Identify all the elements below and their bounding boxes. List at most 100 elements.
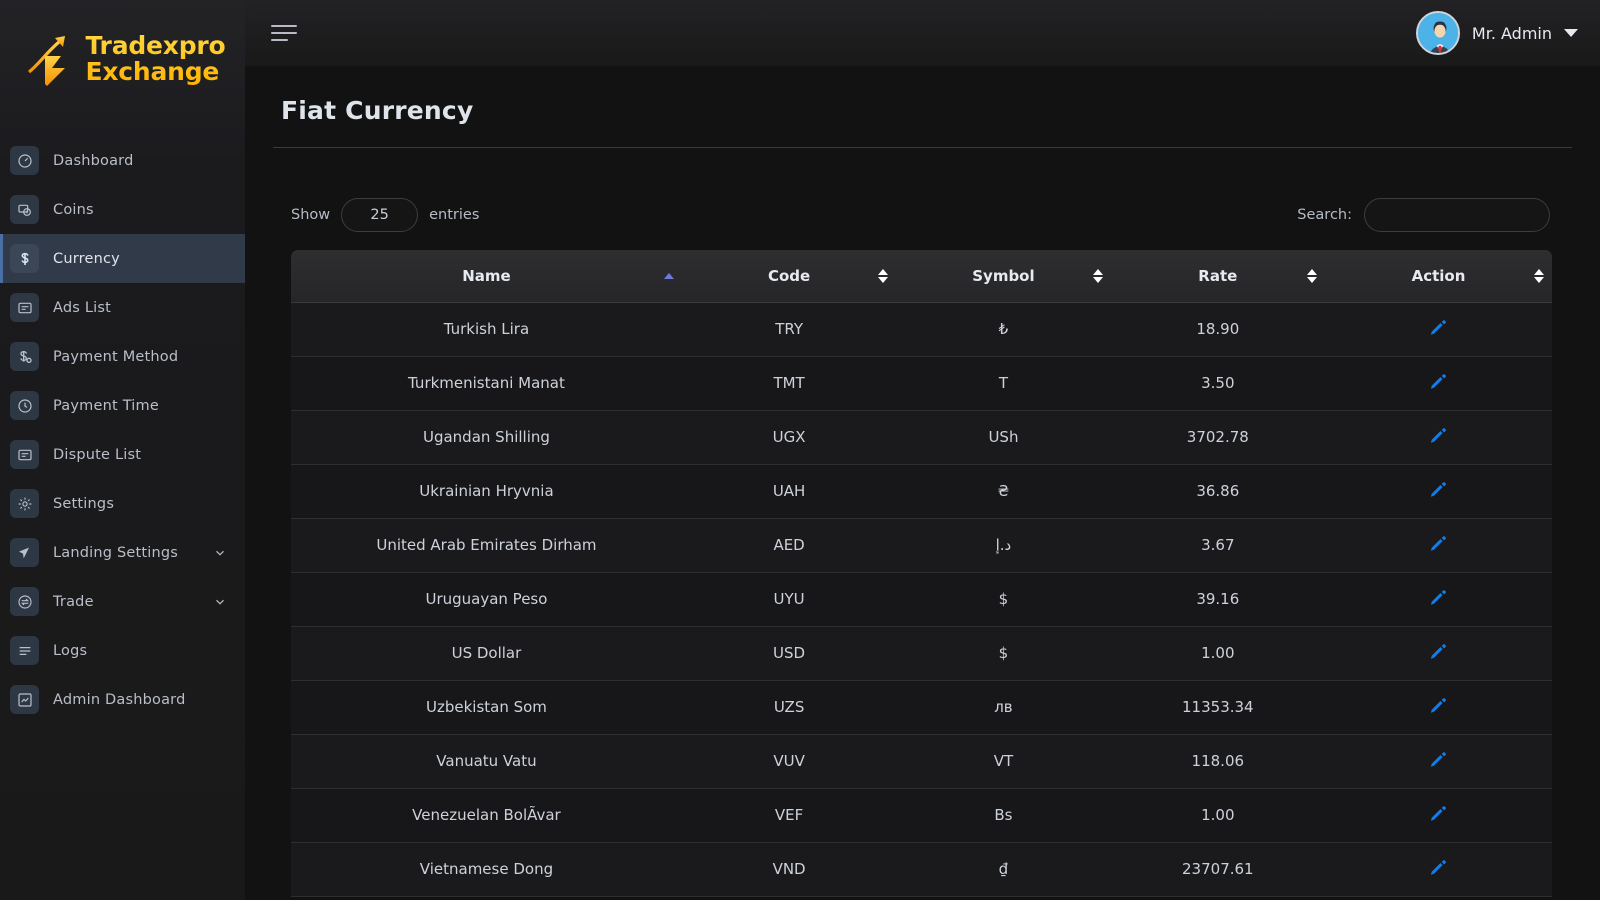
cell-action	[1324, 842, 1552, 897]
sidebar-item-label: Admin Dashboard	[53, 691, 186, 708]
cell-name: United Arab Emirates Dirham	[291, 518, 682, 573]
edit-pencil-icon[interactable]	[1428, 695, 1448, 715]
brand-line-2: Exchange	[85, 57, 220, 86]
table-controls: Show 25 entries Search:	[271, 148, 1574, 232]
cell-name: US Dollar	[291, 626, 682, 681]
cell-action	[1324, 464, 1552, 519]
cell-action	[1324, 626, 1552, 681]
sidebar-item-label: Payment Method	[53, 348, 179, 365]
cell-code: USD	[681, 626, 897, 681]
table-body: Turkish Lira TRY ₺ 18.90 Turkmenistani Manat…	[291, 302, 1552, 897]
cell-rate: 11353.34	[1110, 680, 1325, 735]
cell-rate: 23707.61	[1110, 842, 1325, 897]
hamburger-line	[271, 25, 297, 27]
sort-toggle-icon[interactable]	[1306, 268, 1317, 283]
entries-length-control: Show 25 entries	[291, 198, 479, 232]
show-label: Show	[291, 207, 331, 223]
gear-icon	[10, 489, 39, 518]
edit-pencil-icon[interactable]	[1428, 371, 1448, 391]
sidebar-item-ads-list[interactable]: Ads List	[0, 283, 245, 332]
hamburger-line	[271, 32, 297, 34]
edit-pencil-icon[interactable]	[1428, 587, 1448, 607]
edit-pencil-icon[interactable]	[1428, 317, 1448, 337]
hamburger-icon[interactable]	[271, 25, 297, 41]
column-label: Action	[1411, 266, 1466, 285]
cell-code: TRY	[681, 302, 897, 357]
brand-line-1: Tradexpro	[85, 31, 226, 60]
edit-pencil-icon[interactable]	[1428, 803, 1448, 823]
sidebar-item-currency[interactable]: Currency	[0, 234, 245, 283]
cell-name: Turkmenistani Manat	[291, 356, 682, 411]
column-header-symbol[interactable]: Symbol	[896, 250, 1111, 303]
edit-pencil-icon[interactable]	[1428, 749, 1448, 769]
cell-code: AED	[681, 518, 897, 573]
sidebar-item-trade[interactable]: Trade	[0, 577, 245, 626]
user-name: Mr. Admin	[1471, 23, 1552, 43]
chevron-down-icon[interactable]	[213, 546, 227, 560]
sort-toggle-icon[interactable]	[1092, 268, 1103, 283]
edit-pencil-icon[interactable]	[1428, 533, 1448, 553]
cell-symbol: $	[896, 626, 1111, 681]
cell-symbol: ₫	[896, 842, 1111, 897]
cell-name: Turkish Lira	[291, 302, 682, 357]
cell-name: Vanuatu Vatu	[291, 734, 682, 789]
search-input[interactable]	[1364, 198, 1550, 232]
sidebar-item-settings[interactable]: Settings	[0, 479, 245, 528]
edit-pencil-icon[interactable]	[1428, 425, 1448, 445]
cell-code: UGX	[681, 410, 897, 465]
table-row: Uruguayan Peso UYU $39.16	[291, 572, 1552, 627]
cell-symbol: ₺	[896, 302, 1111, 357]
sidebar-item-coins[interactable]: Coins	[0, 185, 245, 234]
chevron-down-icon[interactable]	[213, 595, 227, 609]
column-header-action[interactable]: Action	[1324, 250, 1552, 303]
table-head: Name Code Symbol Rate Action	[291, 250, 1552, 303]
edit-pencil-icon[interactable]	[1428, 479, 1448, 499]
brand-logo[interactable]: Tradexpro Exchange	[0, 0, 245, 118]
sidebar-item-label: Dispute List	[53, 446, 142, 463]
sidebar-item-label: Logs	[53, 642, 88, 659]
arrow-growth-logo-icon	[25, 30, 77, 88]
column-header-code[interactable]: Code	[681, 250, 897, 303]
cell-symbol: Bs	[896, 788, 1111, 843]
table-row: Vanuatu Vatu VUV VT 118.06	[291, 734, 1552, 789]
brand-name: Tradexpro Exchange	[85, 33, 225, 85]
sidebar-item-label: Settings	[53, 495, 115, 512]
cell-rate: 1.00	[1110, 788, 1325, 843]
table-header-row: Name Code Symbol Rate Action	[291, 250, 1552, 303]
sort-toggle-icon[interactable]	[1534, 268, 1544, 283]
column-header-rate[interactable]: Rate	[1110, 250, 1325, 303]
search-label: Search:	[1297, 207, 1352, 223]
chevron-down-icon[interactable]	[1564, 29, 1578, 37]
sidebar-item-label: Dashboard	[53, 152, 134, 169]
column-label: Code	[767, 266, 811, 285]
edit-pencil-icon[interactable]	[1428, 641, 1448, 661]
sidebar-item-admin-dashboard[interactable]: Admin Dashboard	[0, 675, 245, 724]
sidebar-item-dashboard[interactable]: Dashboard	[0, 136, 245, 185]
sidebar-item-payment-time[interactable]: Payment Time	[0, 381, 245, 430]
coins-icon	[10, 195, 39, 224]
user-menu[interactable]: Mr. Admin	[1415, 11, 1578, 55]
edit-pencil-icon[interactable]	[1428, 857, 1448, 877]
list-card-icon	[10, 440, 39, 469]
cell-name: Venezuelan BolÃvar	[291, 788, 682, 843]
exchange-icon	[10, 587, 39, 616]
sort-toggle-icon[interactable]	[878, 268, 889, 283]
dollar-gear-icon	[10, 342, 39, 371]
entries-select[interactable]: 25	[341, 198, 419, 232]
speedometer-icon	[10, 146, 39, 175]
table-row: Vietnamese Dong VND ₫ 23707.61	[291, 842, 1552, 897]
cell-action	[1324, 302, 1552, 357]
sidebar-item-payment-method[interactable]: Payment Method	[0, 332, 245, 381]
table-row: Venezuelan BolÃvar VEF Bs 1.00	[291, 788, 1552, 843]
avatar	[1415, 11, 1460, 55]
table-row: Uzbekistan Som UZS лв 11353.34	[291, 680, 1552, 735]
sidebar-item-dispute-list[interactable]: Dispute List	[0, 430, 245, 479]
sort-ascending-icon[interactable]	[663, 272, 674, 279]
cell-symbol: د.إ	[896, 518, 1111, 573]
sidebar-item-logs[interactable]: Logs	[0, 626, 245, 675]
cell-symbol: $	[896, 572, 1111, 627]
page-title: Fiat Currency	[281, 96, 474, 125]
column-header-name[interactable]: Name	[291, 250, 682, 303]
sidebar-item-landing-settings[interactable]: Landing Settings	[0, 528, 245, 577]
sidebar-item-label: Currency	[53, 250, 120, 267]
